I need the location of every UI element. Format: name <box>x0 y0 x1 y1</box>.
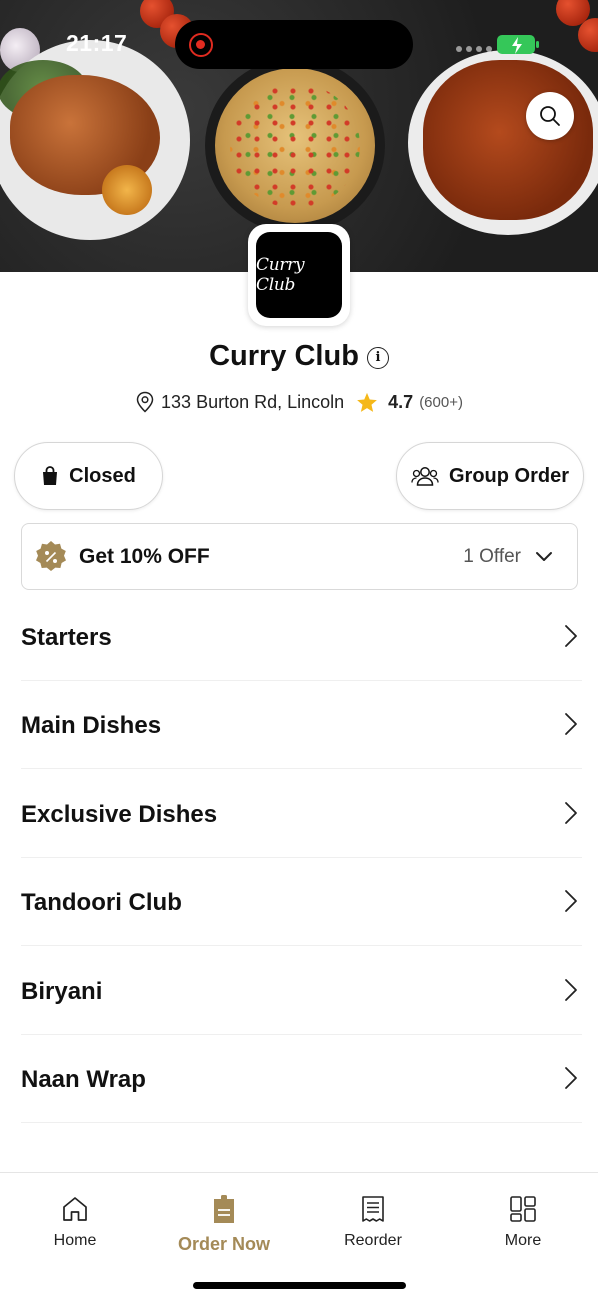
chevron-down-icon <box>536 552 552 561</box>
group-order-button[interactable]: Group Order <box>396 442 584 510</box>
restaurant-address: 133 Burton Rd, Lincoln <box>161 391 345 412</box>
chevron-right-icon <box>565 713 577 736</box>
offer-banner[interactable]: Get 10% OFF 1 Offer <box>21 523 578 590</box>
menu-category-label: Main Dishes <box>21 712 162 740</box>
rating-value: 4.7 <box>388 391 414 412</box>
home-indicator <box>193 1282 406 1289</box>
tab-order-now[interactable]: Order Now <box>164 1195 284 1255</box>
group-users-icon <box>411 467 439 486</box>
restaurant-logo: Curry Club <box>248 224 350 326</box>
logo-text: Curry Club <box>256 255 305 295</box>
receipt-icon <box>362 1196 384 1222</box>
group-order-label: Group Order <box>448 464 569 487</box>
menu-category-list: Starters Main Dishes Exclusive Dishes Ta… <box>21 592 582 1123</box>
bottom-tab-bar: Home Order Now Reorder More <box>0 1172 598 1300</box>
menu-category-label: Tandoori Club <box>21 889 182 917</box>
menu-category-label: Naan Wrap <box>21 1066 146 1094</box>
chevron-right-icon <box>565 890 577 913</box>
menu-category-starters[interactable]: Starters <box>21 592 582 681</box>
rating-count: (600+) <box>419 393 463 411</box>
menu-category-main-dishes[interactable]: Main Dishes <box>21 681 582 769</box>
dynamic-island <box>175 20 413 69</box>
restaurant-meta: 133 Burton Rd, Lincoln 4.7 (600+) <box>0 391 598 413</box>
menu-category-tandoori-club[interactable]: Tandoori Club <box>21 858 582 946</box>
menu-category-biryani[interactable]: Biryani <box>21 946 582 1035</box>
offer-count: 1 Offer <box>463 545 521 567</box>
shopping-bag-icon <box>43 466 58 485</box>
tab-home[interactable]: Home <box>15 1195 135 1250</box>
fried-rice-bowl-image <box>205 58 385 233</box>
tab-order-now-label: Order Now <box>177 1234 270 1254</box>
tab-more[interactable]: More <box>463 1195 583 1250</box>
chevron-right-icon <box>565 978 577 1001</box>
menu-category-naan-wrap[interactable]: Naan Wrap <box>21 1035 582 1123</box>
location-pin-icon <box>136 391 154 413</box>
tab-reorder[interactable]: Reorder <box>313 1195 433 1250</box>
restaurant-header: Curry Club i <box>0 340 598 373</box>
grid-menu-icon <box>510 1196 536 1222</box>
chevron-right-icon <box>565 801 577 824</box>
closed-status-button[interactable]: Closed <box>14 442 163 510</box>
status-time: 21:17 <box>66 30 128 56</box>
info-icon[interactable]: i <box>366 346 389 369</box>
menu-category-exclusive-dishes[interactable]: Exclusive Dishes <box>21 769 582 858</box>
chicken-legs-plate-image <box>408 50 598 235</box>
signal-icon <box>456 46 492 52</box>
discount-badge-icon <box>36 540 66 571</box>
recording-indicator-icon <box>189 33 213 57</box>
menu-category-label: Biryani <box>21 977 103 1005</box>
order-bag-icon <box>214 1195 234 1223</box>
chevron-right-icon <box>565 1067 577 1090</box>
tab-home-label: Home <box>53 1232 97 1249</box>
home-icon <box>63 1197 87 1221</box>
restaurant-name: Curry Club <box>209 340 359 372</box>
search-icon <box>540 106 560 126</box>
tab-more-label: More <box>504 1232 542 1249</box>
chevron-right-icon <box>565 624 577 647</box>
search-button[interactable] <box>526 92 574 140</box>
star-icon <box>357 392 378 412</box>
menu-category-label: Starters <box>21 623 112 651</box>
offer-title: Get 10% OFF <box>79 544 210 568</box>
tab-reorder-label: Reorder <box>344 1232 402 1249</box>
menu-category-label: Exclusive Dishes <box>21 800 218 828</box>
battery-charging-icon <box>497 35 539 54</box>
closed-label: Closed <box>69 464 136 487</box>
